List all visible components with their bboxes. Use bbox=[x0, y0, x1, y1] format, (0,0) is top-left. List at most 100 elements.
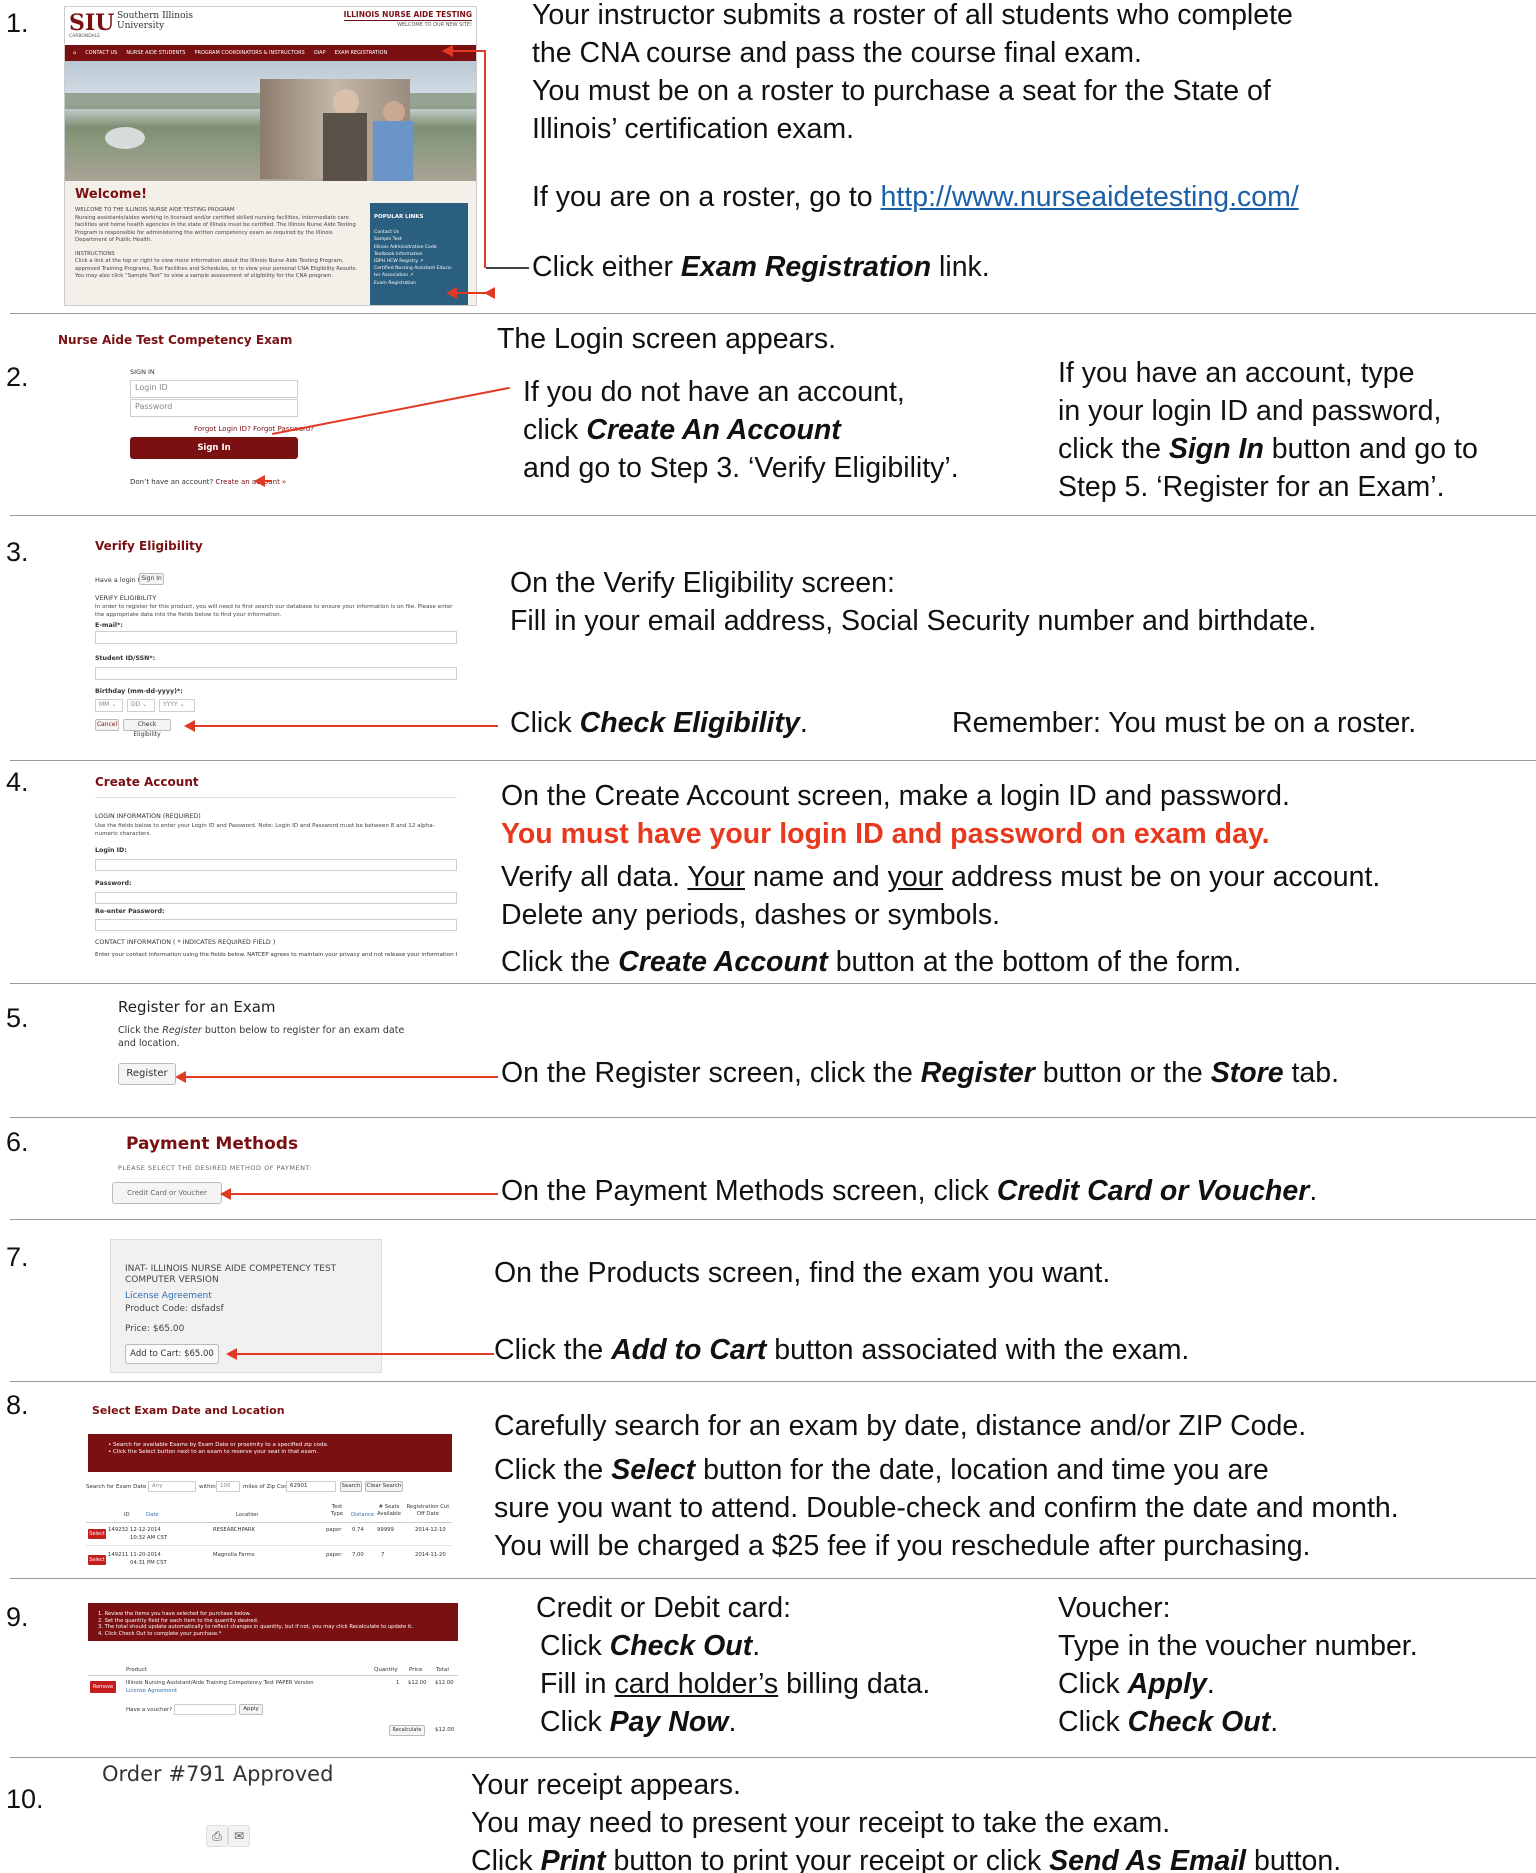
col-cutoff: Registration Cut Off Date bbox=[406, 1504, 450, 1517]
step9-apply-lead: Click bbox=[1058, 1668, 1128, 1700]
login-id-input[interactable]: Login ID bbox=[130, 380, 298, 398]
step-number-6: 6. bbox=[6, 1127, 29, 1157]
select-exam-title: Select Exam Date and Location bbox=[92, 1404, 285, 1417]
verify-sign-in-button[interactable]: Sign In bbox=[139, 573, 164, 585]
step9-credit-tail: . bbox=[752, 1630, 761, 1662]
nav-nurse-aide-students[interactable]: NURSE AIDE STUDENTS bbox=[126, 50, 185, 56]
step4-click-tail: button at the bottom of the form. bbox=[827, 946, 1242, 978]
step10-tail: button. bbox=[1246, 1845, 1342, 1873]
cart-instruction-4: 4. Click Check Out to complete your purc… bbox=[98, 1630, 222, 1637]
remove-button[interactable]: Remove bbox=[90, 1681, 116, 1693]
step5-mid: button or the bbox=[1034, 1057, 1211, 1089]
popular-link-exam-registration[interactable]: Exam Registration bbox=[374, 280, 464, 287]
month-select[interactable]: MM ⌄ bbox=[95, 699, 123, 712]
cart-license-link[interactable]: License Agreement bbox=[126, 1688, 177, 1694]
step1-exam-registration-emphasis: Exam Registration bbox=[680, 251, 932, 283]
add-to-cart-button[interactable]: Add to Cart: $65.00 bbox=[125, 1344, 219, 1364]
university-name-line1: Southern Illinois bbox=[117, 11, 193, 21]
university-name-line2: University bbox=[117, 21, 165, 31]
home-icon[interactable]: ⌂ bbox=[73, 50, 76, 56]
day-select[interactable]: DD ⌄ bbox=[127, 699, 155, 712]
year-select[interactable]: YYYY ⌄ bbox=[159, 699, 195, 712]
step8-lead: Click the bbox=[494, 1454, 612, 1486]
step7-tail: button associated with the exam. bbox=[766, 1334, 1190, 1366]
license-agreement-link[interactable]: License Agreement bbox=[125, 1291, 212, 1301]
step9-voucher-heading: Voucher: bbox=[1058, 1592, 1171, 1624]
popular-link-textbook[interactable]: Textbook Information bbox=[374, 251, 464, 258]
print-button[interactable]: ⎙ bbox=[206, 1825, 228, 1847]
email-input[interactable] bbox=[95, 631, 457, 644]
divider bbox=[10, 1757, 1536, 1758]
step9-checkout-emphasis: Check Out bbox=[609, 1630, 753, 1662]
apply-button[interactable]: Apply bbox=[239, 1704, 263, 1715]
recalculate-button[interactable]: Recalculate bbox=[389, 1725, 425, 1736]
login-page-title: Nurse Aide Test Competency Exam bbox=[58, 333, 293, 347]
exam-date-select[interactable]: Any bbox=[148, 1481, 196, 1492]
row-seats: 7 bbox=[381, 1552, 385, 1558]
password-input[interactable]: Password bbox=[130, 399, 298, 417]
check-eligibility-button[interactable]: Check Eligibility bbox=[123, 719, 171, 738]
reenter-password-input[interactable] bbox=[95, 919, 457, 931]
popular-link-cna-educator-2[interactable]: tor Association ↗ bbox=[374, 272, 464, 279]
siu-logo: SIU bbox=[69, 10, 115, 36]
step-number-7: 7. bbox=[6, 1242, 29, 1272]
row-test-type: paper bbox=[326, 1552, 342, 1558]
row-distance: 7.00 bbox=[352, 1552, 364, 1558]
popular-links-heading: POPULAR LINKS bbox=[374, 214, 424, 220]
step9-voucher-checkout-emphasis: Check Out bbox=[1127, 1706, 1271, 1738]
step6-lead: On the Payment Methods screen, click bbox=[501, 1175, 997, 1207]
step3-remember: Remember: You must be on a roster. bbox=[952, 707, 1417, 739]
step3-line1: On the Verify Eligibility screen: bbox=[510, 567, 895, 599]
step9-apply-emphasis: Apply bbox=[1127, 1668, 1207, 1700]
popular-link-contact-us[interactable]: Contact Us bbox=[374, 229, 464, 236]
step4-delete-symbols: Delete any periods, dashes or symbols. bbox=[501, 899, 1001, 931]
send-email-button[interactable]: ✉ bbox=[228, 1825, 250, 1847]
row-location: Magnolia Farms bbox=[213, 1552, 255, 1558]
create-account-link[interactable]: Create an account » bbox=[215, 478, 286, 486]
sign-in-heading: SIGN IN bbox=[130, 368, 155, 376]
siu-homepage-screenshot: SIU Southern Illinois University CARBOND… bbox=[64, 6, 477, 306]
cancel-button[interactable]: Cancel bbox=[95, 719, 119, 731]
new-login-id-input[interactable] bbox=[95, 859, 457, 871]
step2-has-account-line2: in your login ID and password, bbox=[1058, 395, 1442, 427]
voucher-input[interactable] bbox=[174, 1704, 236, 1715]
zip-input[interactable]: 62901 bbox=[286, 1481, 336, 1492]
product-title-line2: COMPUTER VERSION bbox=[125, 1275, 219, 1285]
clear-search-button[interactable]: Clear Search bbox=[365, 1481, 403, 1492]
nav-exam-registration[interactable]: EXAM REGISTRATION bbox=[335, 50, 388, 56]
register-button[interactable]: Register bbox=[118, 1063, 176, 1085]
popular-link-cna-educator[interactable]: Certified Nursing Assistant Educa- bbox=[374, 265, 464, 272]
popular-link-sample-test[interactable]: Sample Test bbox=[374, 236, 464, 243]
verify-eligibility-heading: VERIFY ELIGIBILITY bbox=[95, 594, 157, 602]
row-cutoff: 2014-12-10 bbox=[415, 1527, 446, 1533]
site-title: ILLINOIS NURSE AIDE TESTING bbox=[343, 10, 472, 19]
step8-line3: sure you want to attend. Double-check an… bbox=[494, 1492, 1399, 1524]
nav-contact-us[interactable]: CONTACT US bbox=[85, 50, 117, 56]
payment-methods-title: Payment Methods bbox=[126, 1134, 299, 1154]
row-seats: 99999 bbox=[377, 1527, 394, 1533]
col-test-type: Test Type bbox=[330, 1504, 344, 1517]
divider bbox=[10, 760, 1536, 761]
payment-methods-screenshot: Payment Methods PLEASE SELECT THE DESIRE… bbox=[110, 1124, 410, 1209]
select-button[interactable]: Select bbox=[88, 1555, 106, 1565]
popular-link-admin-code[interactable]: Illinois Administrative Code bbox=[374, 244, 464, 251]
col-price: Price bbox=[409, 1667, 423, 1673]
credit-card-or-voucher-button[interactable]: Credit Card or Voucher bbox=[112, 1182, 222, 1204]
nav-program-coordinators[interactable]: PROGRAM COORDINATORS & INSTRUCTORS bbox=[194, 50, 304, 56]
nav-oiap[interactable]: OIAP bbox=[314, 50, 326, 56]
new-password-input[interactable] bbox=[95, 892, 457, 904]
step5-tail: tab. bbox=[1283, 1057, 1340, 1089]
cart-quantity[interactable]: 1 bbox=[396, 1680, 399, 1686]
miles-select[interactable]: 100 bbox=[216, 1481, 240, 1492]
popular-link-idph-registry[interactable]: IDPH HCW Registry ↗ bbox=[374, 258, 464, 265]
ssn-input[interactable] bbox=[95, 667, 457, 680]
create-account-page-title: Create Account bbox=[95, 775, 199, 789]
select-button[interactable]: Select bbox=[88, 1529, 106, 1539]
step10-line1: Your receipt appears. bbox=[471, 1769, 741, 1801]
nurseaidetesting-link[interactable]: http://www.nurseaidetesting.com/ bbox=[881, 181, 1299, 213]
sign-in-button[interactable]: Sign In bbox=[130, 437, 298, 459]
step9-credit-heading: Credit or Debit card: bbox=[536, 1592, 792, 1624]
search-button[interactable]: Search bbox=[340, 1481, 362, 1492]
select-exam-instruction-1: • Search for available Exams by Exam Dat… bbox=[108, 1442, 329, 1448]
verify-description: In order to register for this product, y… bbox=[95, 604, 453, 618]
